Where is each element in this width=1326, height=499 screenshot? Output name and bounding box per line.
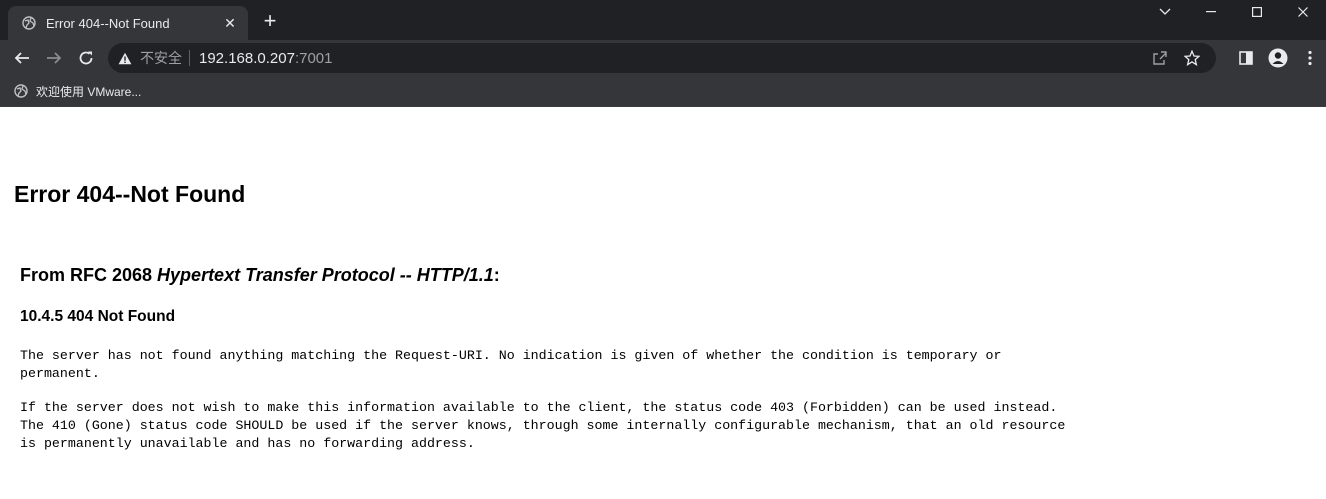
divider (189, 50, 190, 66)
bookmarks-bar: 欢迎使用 VMware... (0, 76, 1326, 107)
profile-icon[interactable] (1262, 48, 1294, 68)
menu-icon[interactable] (1294, 50, 1326, 66)
window-controls (1142, 0, 1326, 24)
back-icon[interactable] (8, 44, 36, 72)
globe-icon (14, 84, 28, 98)
new-tab-button[interactable]: + (258, 10, 282, 34)
forward-icon[interactable] (40, 44, 68, 72)
paragraph-description: The server has not found anything matchi… (20, 348, 1002, 381)
reload-icon[interactable] (72, 44, 100, 72)
side-panel-icon[interactable] (1230, 51, 1262, 65)
rfc-heading: From RFC 2068 Hypertext Transfer Protoco… (20, 265, 500, 286)
bookmark-item[interactable]: 欢迎使用 VMware... (14, 83, 141, 100)
share-icon[interactable] (1144, 50, 1176, 66)
chevron-down-icon[interactable] (1142, 0, 1188, 24)
address-bar[interactable]: 不安全 192.168.0.207 :7001 (108, 43, 1216, 73)
url-port: :7001 (294, 49, 333, 67)
warning-icon[interactable] (118, 52, 132, 65)
rfc-heading-prefix: From RFC 2068 (20, 265, 158, 285)
minimize-icon[interactable] (1188, 0, 1234, 24)
tab-title: Error 404--Not Found (46, 15, 170, 31)
toolbar-actions (1230, 40, 1326, 76)
bookmark-star-icon[interactable] (1176, 50, 1208, 66)
url-host: 192.168.0.207 (199, 49, 295, 67)
bookmark-label: 欢迎使用 VMware... (36, 84, 142, 99)
address-actions (1144, 43, 1208, 73)
rfc-heading-protocol: Hypertext Transfer Protocol -- HTTP/1.1 (157, 265, 494, 285)
tab-strip: Error 404--Not Found ✕ + (0, 0, 1326, 40)
browser-chrome: Error 404--Not Found ✕ + 不安全 192.168.0.2… (0, 0, 1326, 107)
paragraph-details: If the server does not wish to make this… (20, 400, 1066, 451)
window-close-icon[interactable] (1280, 0, 1326, 24)
close-icon[interactable]: ✕ (222, 15, 238, 32)
globe-icon (22, 16, 36, 30)
section-heading: 10.4.5 404 Not Found (20, 308, 176, 325)
toolbar: 不安全 192.168.0.207 :7001 (0, 40, 1326, 76)
page-title: Error 404--Not Found (14, 181, 246, 207)
rfc-heading-suffix: : (493, 265, 500, 285)
tab-active[interactable]: Error 404--Not Found ✕ (8, 6, 248, 40)
maximize-icon[interactable] (1234, 0, 1280, 24)
security-label[interactable]: 不安全 (140, 48, 182, 68)
